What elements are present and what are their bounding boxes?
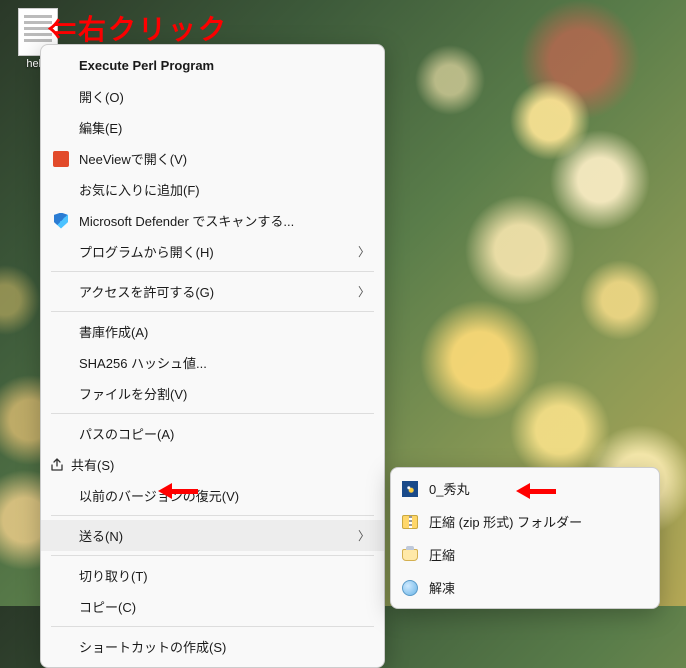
separator — [51, 311, 374, 312]
chevron-right-icon: 〉 — [358, 283, 370, 300]
menu-cut[interactable]: 切り取り(T) — [41, 560, 384, 591]
menu-share[interactable]: 共有(S) — [41, 449, 384, 480]
menu-label: 以前のバージョンの復元(V) — [73, 486, 370, 505]
menu-restore-versions[interactable]: 以前のバージョンの復元(V) — [41, 480, 384, 511]
menu-create-shortcut[interactable]: ショートカットの作成(S) — [41, 631, 384, 662]
menu-label: ファイルを分割(V) — [73, 384, 370, 403]
send-to-submenu: 0_秀丸 圧縮 (zip 形式) フォルダー 圧縮 解凍 — [390, 467, 660, 609]
menu-open-with[interactable]: プログラムから開く(H) 〉 — [41, 236, 384, 267]
shield-icon — [49, 213, 73, 229]
menu-label: アクセスを許可する(G) — [73, 282, 358, 301]
menu-split-file[interactable]: ファイルを分割(V) — [41, 378, 384, 409]
menu-label: SHA256 ハッシュ値... — [73, 353, 370, 372]
decompress-icon — [399, 580, 421, 596]
submenu-label: 解凍 — [421, 578, 645, 597]
chevron-right-icon: 〉 — [358, 527, 370, 544]
menu-open[interactable]: 開く(O) — [41, 81, 384, 112]
separator — [51, 271, 374, 272]
menu-label: 書庫作成(A) — [73, 322, 370, 341]
menu-label: 共有(S) — [65, 455, 370, 474]
zip-folder-icon — [399, 515, 421, 529]
menu-label: パスのコピー(A) — [73, 424, 370, 443]
submenu-label: 圧縮 — [421, 545, 645, 564]
hidemaru-icon — [399, 481, 421, 497]
menu-label: ショートカットの作成(S) — [73, 637, 370, 656]
context-menu: Execute Perl Program 開く(O) 編集(E) NeeView… — [40, 44, 385, 668]
menu-create-archive[interactable]: 書庫作成(A) — [41, 316, 384, 347]
separator — [51, 413, 374, 414]
submenu-decompress[interactable]: 解凍 — [391, 571, 659, 604]
submenu-compress[interactable]: 圧縮 — [391, 538, 659, 571]
submenu-zip-folder[interactable]: 圧縮 (zip 形式) フォルダー — [391, 505, 659, 538]
menu-label: コピー(C) — [73, 597, 370, 616]
menu-label: 編集(E) — [73, 118, 370, 137]
menu-edit[interactable]: 編集(E) — [41, 112, 384, 143]
menu-execute-perl[interactable]: Execute Perl Program — [41, 50, 384, 81]
menu-copy[interactable]: コピー(C) — [41, 591, 384, 622]
menu-neeview-open[interactable]: NeeViewで開く(V) — [41, 143, 384, 174]
menu-label: Execute Perl Program — [73, 58, 370, 73]
separator — [51, 626, 374, 627]
submenu-hidemaru[interactable]: 0_秀丸 — [391, 472, 659, 505]
neeview-icon — [49, 151, 73, 167]
separator — [51, 555, 374, 556]
menu-grant-access[interactable]: アクセスを許可する(G) 〉 — [41, 276, 384, 307]
separator — [51, 515, 374, 516]
share-icon — [49, 457, 65, 473]
menu-label: お気に入りに追加(F) — [73, 180, 370, 199]
compress-icon — [399, 549, 421, 561]
menu-sha256[interactable]: SHA256 ハッシュ値... — [41, 347, 384, 378]
menu-label: 切り取り(T) — [73, 566, 370, 585]
menu-add-favorite[interactable]: お気に入りに追加(F) — [41, 174, 384, 205]
submenu-label: 圧縮 (zip 形式) フォルダー — [421, 512, 645, 531]
menu-label: NeeViewで開く(V) — [73, 149, 370, 168]
menu-label: 開く(O) — [73, 87, 370, 106]
menu-copy-path[interactable]: パスのコピー(A) — [41, 418, 384, 449]
menu-label: 送る(N) — [73, 526, 358, 545]
menu-label: Microsoft Defender でスキャンする... — [73, 211, 370, 230]
submenu-label: 0_秀丸 — [421, 479, 645, 498]
chevron-right-icon: 〉 — [358, 243, 370, 260]
menu-send-to[interactable]: 送る(N) 〉 — [41, 520, 384, 551]
menu-label: プログラムから開く(H) — [73, 242, 358, 261]
menu-defender-scan[interactable]: Microsoft Defender でスキャンする... — [41, 205, 384, 236]
